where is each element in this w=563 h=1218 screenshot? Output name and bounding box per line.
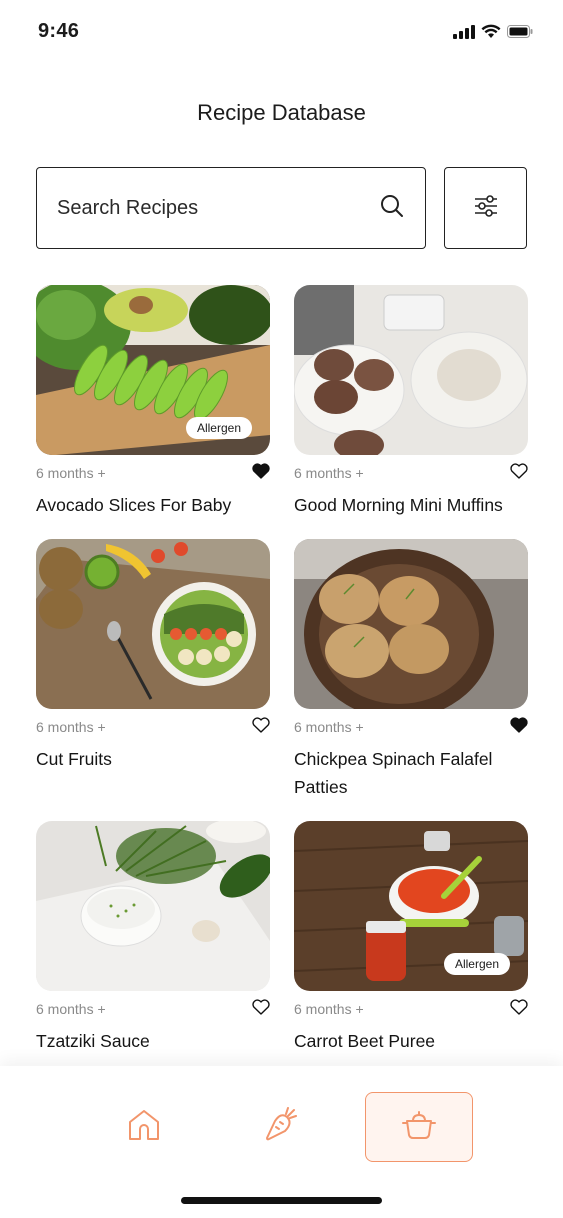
recipe-age: 6 months + (36, 719, 106, 735)
heart-outline-icon[interactable] (510, 998, 528, 1020)
heart-filled-icon[interactable] (510, 716, 528, 738)
recipe-card[interactable]: 6 months + Good Morning Mini Muffins (294, 285, 528, 519)
filter-button[interactable] (444, 167, 527, 249)
recipe-title[interactable]: Cut Fruits (36, 745, 270, 773)
recipe-age: 6 months + (294, 719, 364, 735)
nav-home[interactable] (90, 1092, 198, 1162)
recipe-card[interactable]: Allergen 6 months + Carrot Beet Puree (294, 821, 528, 1055)
recipe-image[interactable] (294, 539, 528, 709)
recipe-image[interactable]: Allergen (36, 285, 270, 455)
recipe-age: 6 months + (36, 465, 106, 481)
nav-recipes[interactable] (365, 1092, 473, 1162)
recipe-card[interactable]: Allergen 6 months + Avocado Slices For B… (36, 285, 270, 519)
recipe-age: 6 months + (294, 1001, 364, 1017)
recipe-title[interactable]: Chickpea Spinach Falafel Patties (294, 745, 528, 801)
recipe-title[interactable]: Tzatziki Sauce (36, 1027, 270, 1055)
allergen-badge: Allergen (185, 417, 252, 439)
bottom-nav (0, 1066, 563, 1218)
recipe-image[interactable] (36, 821, 270, 991)
recipe-image[interactable] (294, 285, 528, 455)
home-icon (126, 1107, 162, 1148)
heart-outline-icon[interactable] (252, 716, 270, 738)
status-icons (453, 24, 533, 44)
status-time: 9:46 (38, 20, 80, 42)
status-bar: 9:46 (0, 0, 563, 64)
recipe-age: 6 months + (294, 465, 364, 481)
recipe-title[interactable]: Good Morning Mini Muffins (294, 491, 528, 519)
heart-filled-icon[interactable] (252, 462, 270, 484)
recipe-title[interactable]: Avocado Slices For Baby (36, 491, 270, 519)
recipe-image[interactable]: Allergen (294, 821, 528, 991)
cooking-pot-icon (401, 1109, 437, 1146)
home-indicator[interactable] (181, 1197, 382, 1204)
heart-outline-icon[interactable] (510, 462, 528, 484)
signal-icon (453, 24, 475, 44)
recipe-card[interactable]: 6 months + Cut Fruits (36, 539, 270, 773)
sliders-icon (474, 194, 498, 222)
search-input[interactable]: Search Recipes (36, 167, 426, 249)
recipe-title[interactable]: Carrot Beet Puree (294, 1027, 528, 1055)
nav-ingredients[interactable] (227, 1092, 335, 1162)
recipe-card[interactable]: 6 months + Tzatziki Sauce (36, 821, 270, 1055)
recipe-card[interactable]: 6 months + Chickpea Spinach Falafel Patt… (294, 539, 528, 801)
heart-outline-icon[interactable] (252, 998, 270, 1020)
recipe-image[interactable] (36, 539, 270, 709)
allergen-badge: Allergen (443, 953, 510, 975)
page-title: Recipe Database (197, 100, 366, 125)
carrot-icon (263, 1106, 299, 1148)
search-icon[interactable] (379, 193, 405, 224)
battery-icon (507, 25, 533, 43)
recipe-age: 6 months + (36, 1001, 106, 1017)
search-placeholder: Search Recipes (57, 196, 199, 219)
wifi-icon (481, 24, 501, 44)
